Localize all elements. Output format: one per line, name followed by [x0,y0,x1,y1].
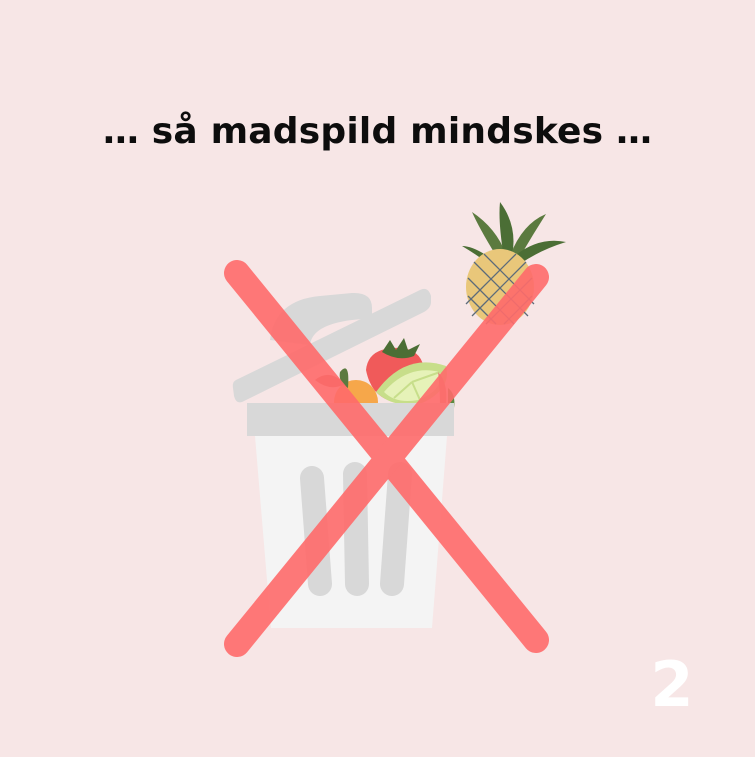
trash-bin-icon [232,288,455,628]
page-number: 2 [650,648,694,721]
slide: … så madspild mindskes … 2 [0,0,755,757]
illustration [224,202,566,657]
